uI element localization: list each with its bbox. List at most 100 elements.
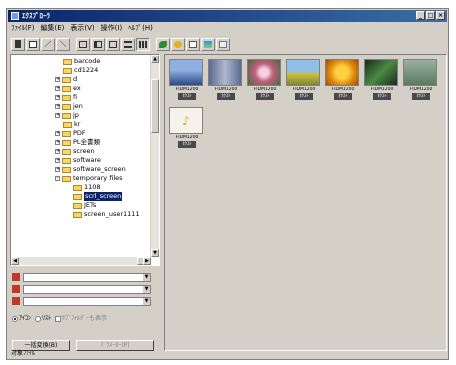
- image-thumbnail: [403, 59, 437, 86]
- box-icon[interactable]: [76, 37, 90, 51]
- folder-icon: [62, 130, 71, 137]
- folder-icon: [62, 85, 71, 92]
- tree-item[interactable]: + PL全書類: [55, 138, 100, 147]
- tree-item[interactable]: + software_screen: [55, 165, 126, 174]
- expand-icon[interactable]: +: [55, 167, 60, 172]
- folder-icon: [73, 193, 82, 200]
- expand-icon[interactable]: +: [55, 77, 60, 82]
- collapse-icon[interactable]: -: [55, 176, 60, 181]
- menu-edit[interactable]: 編集(E): [41, 23, 65, 34]
- scroll-right-button[interactable]: ▶: [143, 257, 151, 265]
- tree-item[interactable]: + screen: [55, 147, 95, 156]
- tree-vertical-scrollbar[interactable]: ▲ ▼: [150, 55, 159, 257]
- source-icon: [12, 273, 20, 281]
- line-icon[interactable]: ＼: [56, 37, 70, 51]
- tree-item[interactable]: barcode: [63, 57, 100, 66]
- folder-icon: [62, 166, 71, 173]
- scroll-up-button[interactable]: ▲: [151, 55, 159, 63]
- menu-action[interactable]: 操作(I): [101, 23, 123, 34]
- status-badge: ﾈｸｽﾄ: [295, 93, 313, 100]
- checkbox-icon: [55, 315, 62, 322]
- tree-item[interactable]: + PDF: [55, 129, 86, 138]
- tree-item[interactable]: + d: [55, 75, 77, 84]
- menu-view[interactable]: 表示(V): [70, 23, 94, 34]
- status-badge: ﾈｸｽﾄ: [256, 93, 274, 100]
- output-path-field[interactable]: ▼: [23, 296, 151, 306]
- frame-icon[interactable]: [216, 37, 230, 51]
- leaf-icon[interactable]: [156, 37, 170, 51]
- folder-icon: [63, 67, 72, 74]
- expand-icon[interactable]: +: [55, 86, 60, 91]
- image-thumbnail: [364, 59, 398, 86]
- picture-icon[interactable]: [201, 37, 215, 51]
- list-icon[interactable]: [91, 37, 105, 51]
- thumbnail-item[interactable]: FIDM1200 ﾈｸｽﾄ: [325, 59, 361, 104]
- dropdown-arrow-icon[interactable]: ▼: [143, 273, 150, 281]
- title-bar[interactable]: ｴｸｽﾌﾟﾛｰﾗ _ □ ×: [8, 10, 447, 22]
- copy-icon[interactable]: [26, 37, 40, 51]
- image-thumbnail: ♪: [169, 107, 203, 134]
- detail-icon[interactable]: [121, 37, 135, 51]
- pen-icon[interactable]: ／: [41, 37, 55, 51]
- thumbnail-item[interactable]: FIDM1200 ﾈｸｽﾄ: [247, 59, 283, 104]
- radio-icon-option[interactable]: ｱｲｺﾝ: [12, 313, 31, 322]
- tree-item[interactable]: kr: [63, 120, 80, 129]
- dropdown-arrow-icon[interactable]: ▼: [143, 285, 150, 293]
- expand-icon[interactable]: +: [55, 131, 60, 136]
- expand-icon[interactable]: +: [55, 95, 60, 100]
- tree-item[interactable]: screen_user1111: [73, 210, 140, 219]
- tree-item[interactable]: cd1224: [63, 66, 98, 75]
- folder-tree[interactable]: barcode cd1224 + d + ex + fi + jen + jp kr + P…: [10, 54, 160, 266]
- thumbnail-item[interactable]: FIDM1200 ﾈｸｽﾄ: [169, 59, 205, 104]
- wave-icon[interactable]: [171, 37, 185, 51]
- small-icon[interactable]: [106, 37, 120, 51]
- open-icon[interactable]: [11, 37, 25, 51]
- radio-list-option[interactable]: ﾘｽﾄ: [35, 313, 51, 322]
- thumbnail-item[interactable]: FIDM1200 ﾈｸｽﾄ: [364, 59, 400, 104]
- tree-item[interactable]: + software: [55, 156, 101, 165]
- expand-icon[interactable]: +: [55, 104, 60, 109]
- tree-item-selected[interactable]: scrl_screen: [73, 192, 123, 201]
- image-thumbnail: [247, 59, 281, 86]
- radio-icon: [35, 315, 42, 322]
- tree-item[interactable]: + jp: [55, 111, 79, 120]
- scroll-down-button[interactable]: ▼: [151, 249, 159, 257]
- tree-item[interactable]: 1108: [73, 183, 101, 192]
- scroll-left-button[interactable]: ◀: [11, 257, 19, 265]
- app-icon: [11, 12, 19, 20]
- folder-icon: [62, 157, 71, 164]
- thumbnail-item[interactable]: FIDM1200 ﾈｸｽﾄ: [403, 59, 439, 104]
- close-button[interactable]: ×: [436, 11, 445, 20]
- tree-item[interactable]: + ex: [55, 84, 81, 93]
- path-row: ▼: [12, 284, 151, 294]
- thumbnail-item[interactable]: FIDM1200 ﾈｸｽﾄ: [208, 59, 244, 104]
- expand-icon[interactable]: +: [55, 140, 60, 145]
- minimize-button[interactable]: _: [416, 11, 425, 20]
- thumbnail-item[interactable]: ♪ FIDM1200 ﾈｸｽﾄ: [169, 107, 205, 152]
- tree-item[interactable]: + jen: [55, 102, 83, 111]
- tree-item[interactable]: + fi: [55, 93, 77, 102]
- large-icon[interactable]: [136, 37, 150, 51]
- tree-item[interactable]: - temporary files: [55, 174, 123, 183]
- expand-icon[interactable]: +: [55, 113, 60, 118]
- thumbnail-item[interactable]: FIDM1200 ﾈｸｽﾄ: [286, 59, 322, 104]
- tree-horizontal-scrollbar[interactable]: ◀ ▶: [11, 257, 151, 265]
- folder-icon: [73, 202, 82, 209]
- dropdown-arrow-icon[interactable]: ▼: [143, 297, 150, 305]
- destination-path-field[interactable]: ▼: [23, 284, 151, 294]
- folder-icon: [62, 148, 71, 155]
- window-icon[interactable]: [186, 37, 200, 51]
- expand-icon[interactable]: +: [55, 158, 60, 163]
- path-row: ▼: [12, 272, 151, 282]
- scroll-thumb[interactable]: [151, 79, 159, 133]
- menu-file[interactable]: ﾌｧｲﾙ(F): [11, 23, 35, 34]
- subfolder-checkbox[interactable]: ｻﾌﾞﾌｫﾙﾀﾞｰも表示: [55, 313, 107, 322]
- tree-item[interactable]: JETs: [73, 201, 96, 210]
- menu-help[interactable]: ﾍﾙﾌﾟ(H): [128, 23, 153, 34]
- expand-icon[interactable]: +: [55, 149, 60, 154]
- audio-file-icon: ♪: [182, 113, 190, 128]
- maximize-button[interactable]: □: [426, 11, 435, 20]
- thumbnail-view[interactable]: FIDM1200 ﾈｸｽﾄ FIDM1200 ﾈｸｽﾄ FIDM1200 ﾈｸｽ…: [164, 54, 447, 351]
- source-path-field[interactable]: ▼: [23, 272, 151, 282]
- folder-icon: [63, 58, 72, 65]
